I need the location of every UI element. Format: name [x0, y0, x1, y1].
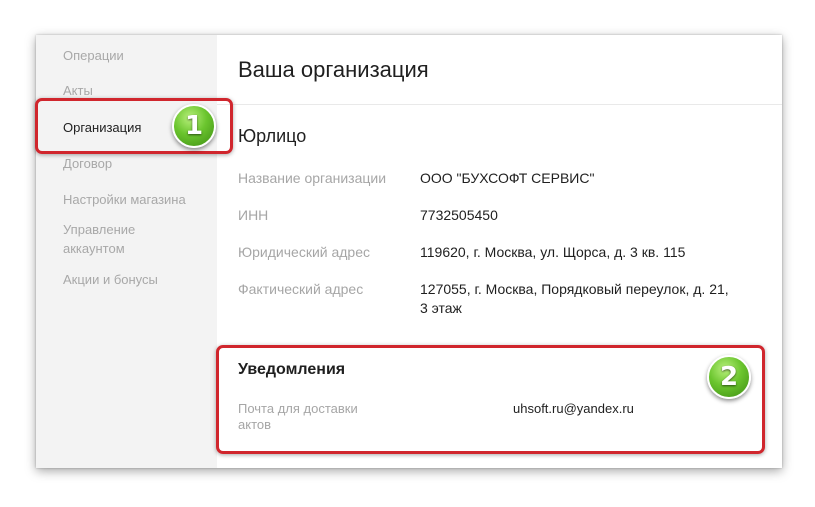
sidebar-item-promotions[interactable]: Акции и бонусы [63, 270, 158, 289]
page-title: Ваша организация [238, 57, 429, 82]
legal-address-value: 119620, г. Москва, ул. Щорса, д. 3 кв. 1… [420, 244, 686, 260]
org-name-label: Название организации [238, 170, 387, 186]
legal-address-label: Юридический адрес [238, 244, 371, 260]
sidebar: Операции Акты Организация Договор Настро… [36, 35, 217, 468]
sidebar-item-organization[interactable]: Организация [63, 118, 141, 137]
app-window: Операции Акты Организация Договор Настро… [36, 35, 782, 468]
sidebar-item-account-management[interactable]: Управление аккаунтом [63, 220, 135, 258]
actual-address-label: Фактический адрес [238, 281, 364, 297]
inn-label: ИНН [238, 207, 269, 223]
notifications-heading: Уведомления [238, 361, 346, 378]
main-content: Ваша организация Юрлицо Название организ… [217, 35, 782, 468]
email-value: uhsoft.ru@yandex.ru [513, 401, 634, 416]
sidebar-item-store-settings[interactable]: Настройки магазина [63, 190, 186, 209]
email-label: Почта для доставки актов [238, 401, 358, 432]
actual-address-value: 127055, г. Москва, Порядковый переулок, … [420, 281, 729, 316]
legal-entity-heading: Юрлицо [238, 126, 307, 146]
sidebar-item-operations[interactable]: Операции [63, 46, 124, 65]
org-name-value: ООО "БУХСОФТ СЕРВИС" [420, 170, 595, 186]
step-badge-1: 1 [172, 104, 216, 148]
inn-value: 7732505450 [420, 207, 498, 223]
divider [217, 104, 782, 105]
step-badge-2: 2 [707, 355, 751, 399]
sidebar-item-acts[interactable]: Акты [63, 81, 93, 100]
sidebar-item-contract[interactable]: Договор [63, 154, 112, 173]
